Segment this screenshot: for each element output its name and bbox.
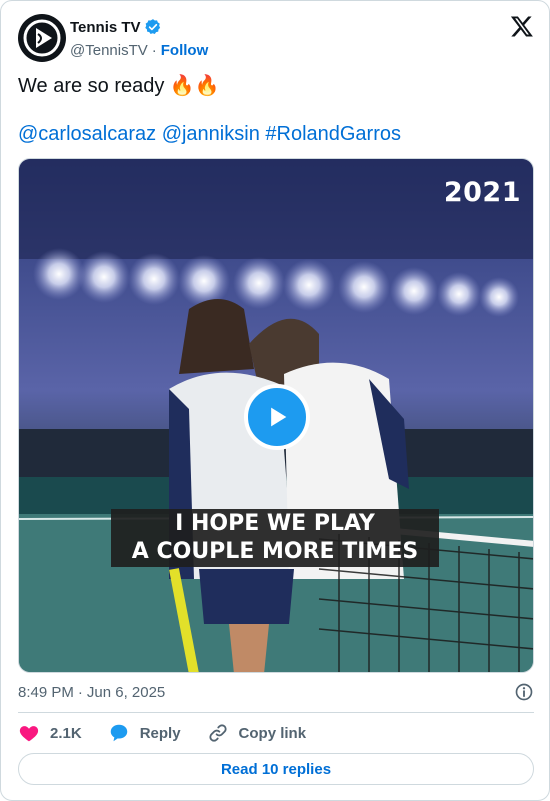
tennis-tv-logo xyxy=(23,19,61,57)
video-year-overlay: 2021 xyxy=(443,177,521,208)
tweet-card: Tennis TV @TennisTV · Follow We are so r… xyxy=(0,0,550,801)
tweet-meta: 8:49 PM · Jun 6, 2025 xyxy=(18,682,534,702)
reply-label: Reply xyxy=(139,724,181,742)
play-button[interactable] xyxy=(244,384,310,450)
verified-icon xyxy=(144,19,160,34)
tweet-header: Tennis TV @TennisTV · Follow xyxy=(18,14,534,62)
meta-separator: · xyxy=(77,683,83,701)
mention-carlosalcaraz[interactable]: @carlosalcaraz xyxy=(18,123,156,145)
heart-icon xyxy=(19,726,39,742)
caption-line-2: A COUPLE MORE TIMES xyxy=(131,539,419,564)
handle[interactable]: @TennisTV xyxy=(70,42,148,59)
like-button[interactable]: 2.1K xyxy=(18,722,82,744)
author-names: Tennis TV @TennisTV · Follow xyxy=(70,17,208,60)
copy-link-button[interactable]: Copy link xyxy=(207,722,307,744)
read-replies-button[interactable]: Read 10 replies xyxy=(18,753,534,785)
info-icon[interactable] xyxy=(514,682,534,702)
hashtag-rolandgarros[interactable]: #RolandGarros xyxy=(265,123,401,145)
follow-button[interactable]: Follow xyxy=(161,42,209,59)
display-name[interactable]: Tennis TV xyxy=(70,19,141,36)
tweet-time[interactable]: 8:49 PM xyxy=(18,684,74,701)
video-caption: I HOPE WE PLAY A COUPLE MORE TIMES xyxy=(111,509,439,567)
mention-janniksin[interactable]: @janniksin xyxy=(162,123,260,145)
caption-line-1: I HOPE WE PLAY xyxy=(175,511,375,536)
play-icon xyxy=(271,407,287,427)
tweet-body: We are so ready 🔥🔥 xyxy=(18,75,220,97)
video-player[interactable]: 2021 I HOPE WE PLAY A COUPLE MORE TIMES xyxy=(18,158,534,673)
copy-link-label: Copy link xyxy=(238,724,307,742)
reply-button[interactable]: Reply xyxy=(108,722,181,744)
reply-bubble-icon xyxy=(110,724,127,742)
tweet-date[interactable]: Jun 6, 2025 xyxy=(87,684,165,701)
like-count: 2.1K xyxy=(50,724,82,742)
tweet-actions: 2.1K Reply Copy link xyxy=(18,721,534,745)
tweet-text: We are so ready 🔥🔥 @carlosalcaraz @janni… xyxy=(18,73,534,147)
x-logo-icon[interactable] xyxy=(510,14,534,38)
avatar[interactable] xyxy=(18,14,66,62)
link-icon xyxy=(208,724,227,742)
divider xyxy=(18,712,534,713)
separator: · xyxy=(151,41,157,59)
